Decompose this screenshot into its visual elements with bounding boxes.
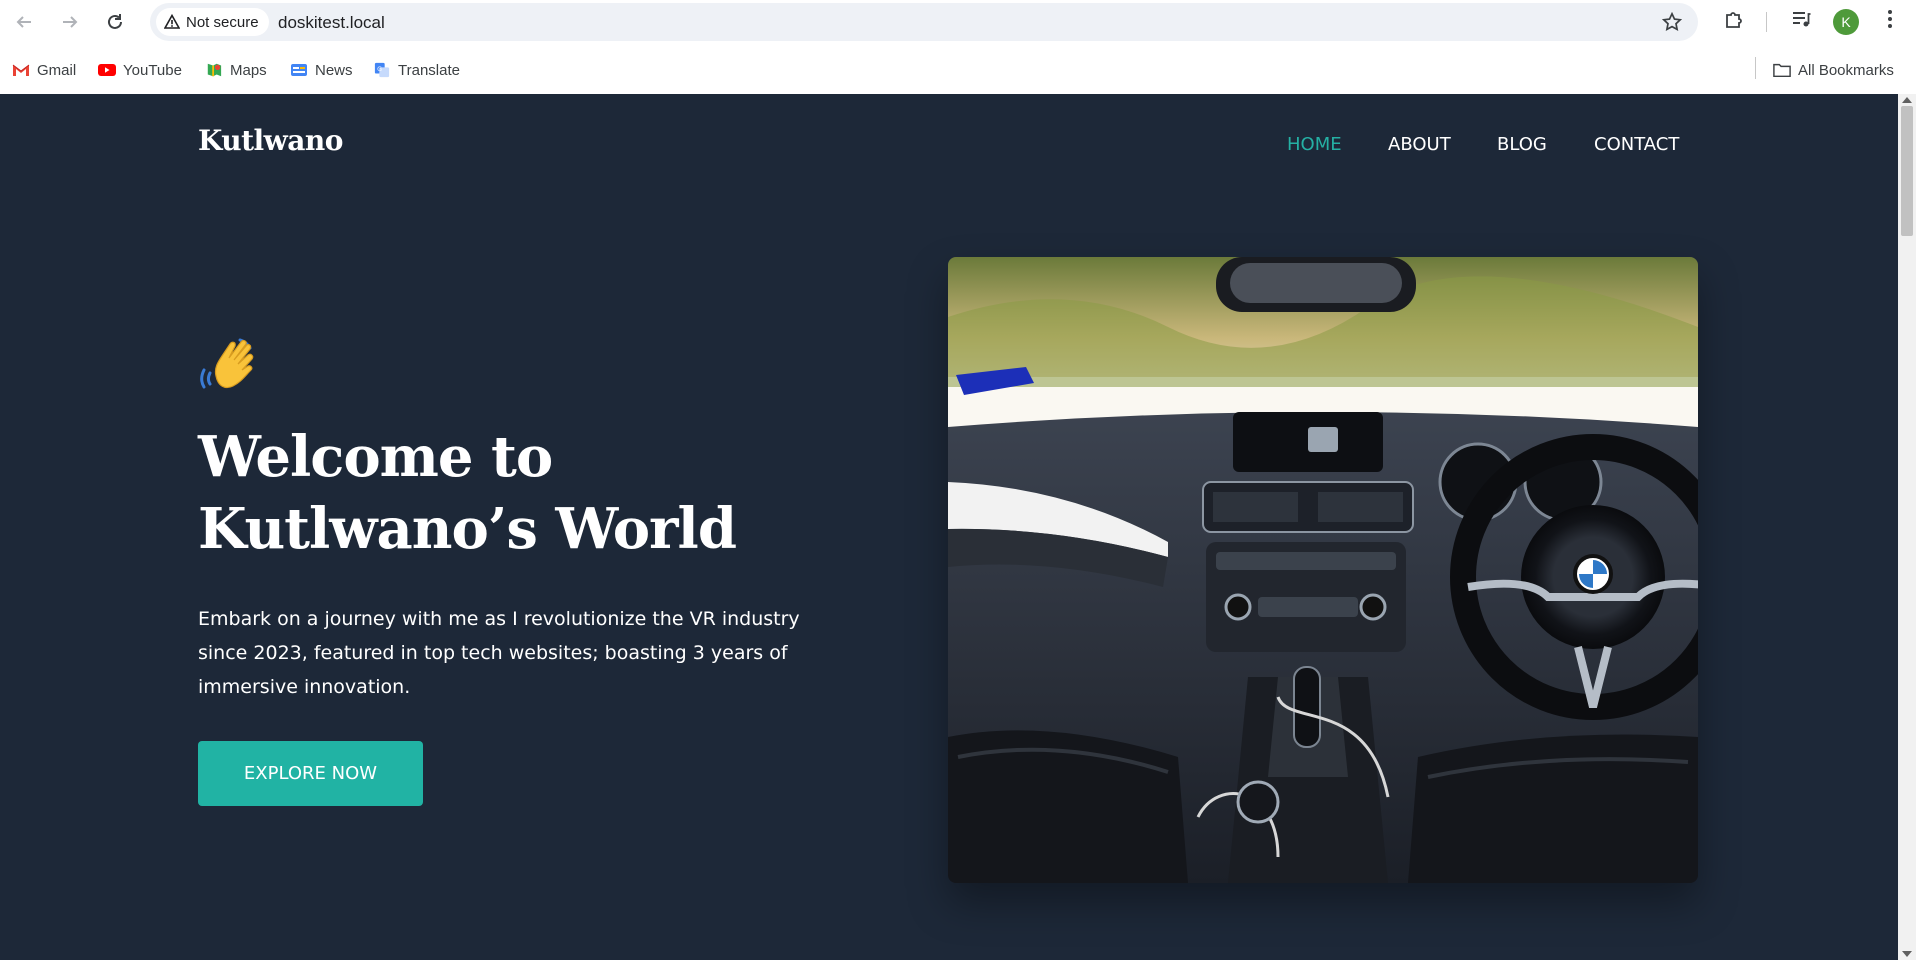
hero-description: Embark on a journey with me as I revolut…: [198, 608, 800, 698]
folder-icon: [1773, 63, 1791, 78]
bookmark-label: News: [315, 61, 353, 79]
forward-button[interactable]: [56, 8, 84, 36]
translate-icon: G: [374, 62, 390, 78]
extensions-button[interactable]: [1723, 8, 1745, 35]
gmail-icon: [12, 64, 30, 76]
playlist-icon: [1793, 12, 1811, 27]
hero-title: Welcome to Kutlwano’s World: [198, 424, 737, 562]
nav-about[interactable]: ABOUT: [1388, 134, 1451, 155]
url-text[interactable]: doskitest.local: [278, 13, 385, 33]
waving-hand-icon: [200, 338, 254, 389]
bookmark-translate[interactable]: G Translate: [373, 58, 460, 82]
nav-blog[interactable]: BLOG: [1497, 134, 1547, 155]
bookmarks-divider: [1755, 57, 1756, 79]
explore-now-button[interactable]: EXPLORE NOW: [198, 741, 423, 806]
address-bar[interactable]: Not secure doskitest.local: [150, 3, 1698, 41]
toolbar-divider: [1766, 12, 1767, 32]
star-icon: [1661, 11, 1683, 32]
browser-toolbar: Not secure doskitest.local K: [0, 0, 1916, 44]
bookmark-star-button[interactable]: [1661, 11, 1683, 37]
browser-menu-button[interactable]: [1880, 8, 1900, 35]
svg-text:G: G: [377, 66, 382, 73]
media-controls-button[interactable]: [1790, 8, 1812, 35]
reload-icon: [108, 14, 122, 29]
nav-contact[interactable]: CONTACT: [1594, 134, 1679, 155]
puzzle-icon: [1726, 12, 1742, 28]
browser-chrome: Not secure doskitest.local K Gmail YouTu…: [0, 0, 1916, 94]
warning-icon: [164, 14, 180, 29]
all-bookmarks-label: All Bookmarks: [1798, 61, 1894, 79]
profile-avatar[interactable]: K: [1833, 9, 1859, 35]
bookmark-gmail[interactable]: Gmail: [12, 58, 76, 82]
maps-icon: [207, 63, 222, 77]
news-icon: [291, 64, 307, 76]
bookmark-label: YouTube: [123, 61, 182, 79]
nav-home[interactable]: HOME: [1287, 134, 1342, 155]
security-label: Not secure: [186, 13, 259, 31]
forward-arrow-icon: [63, 16, 78, 28]
scroll-up-arrow-icon[interactable]: [1902, 97, 1912, 103]
page-scrollbar[interactable]: [1898, 94, 1916, 960]
bookmark-label: Gmail: [37, 61, 77, 79]
bookmark-label: Translate: [398, 61, 460, 79]
reload-button[interactable]: [101, 8, 129, 36]
security-chip[interactable]: Not secure: [156, 8, 269, 36]
site-logo[interactable]: Kutlwano: [198, 124, 343, 157]
bookmark-youtube[interactable]: YouTube: [98, 58, 182, 82]
scroll-down-arrow-icon[interactable]: [1902, 951, 1912, 957]
bookmark-maps[interactable]: Maps: [205, 58, 267, 82]
youtube-icon: [98, 64, 116, 76]
back-arrow-icon: [16, 16, 31, 28]
car-interior-image: [948, 257, 1698, 883]
bookmark-news[interactable]: News: [290, 58, 353, 82]
scrollbar-thumb[interactable]: [1901, 106, 1913, 236]
bookmarks-bar: Gmail YouTube Maps News G Translate: [0, 52, 1916, 86]
back-button[interactable]: [10, 8, 38, 36]
web-page: Kutlwano HOME ABOUT BLOG CONTACT Welcome…: [0, 94, 1898, 960]
all-bookmarks-button[interactable]: All Bookmarks: [1773, 58, 1894, 82]
car-interior-illustration: [948, 257, 1698, 883]
bookmark-label: Maps: [230, 61, 267, 79]
kebab-menu-icon: [1888, 10, 1892, 28]
